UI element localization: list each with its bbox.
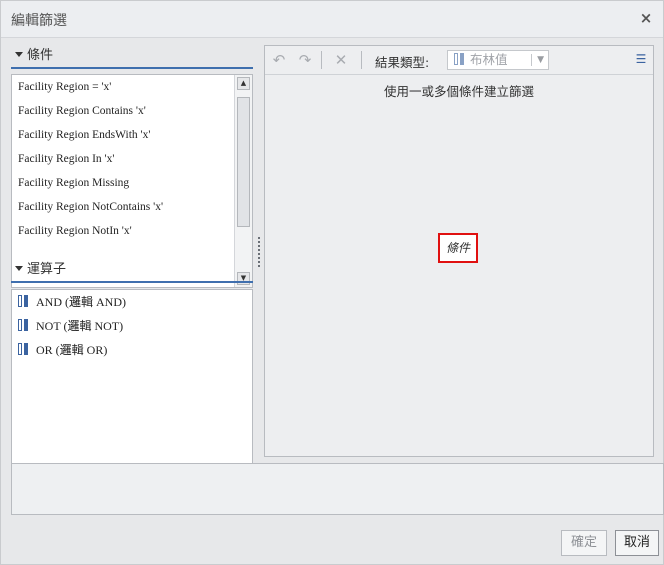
operator-item[interactable]: OR (邏輯 OR) <box>12 338 252 362</box>
redo-icon[interactable]: ↷ <box>295 50 315 70</box>
operator-label: OR (邏輯 OR) <box>36 343 108 357</box>
conditions-list[interactable]: Facility Region = 'x' Facility Region Co… <box>11 74 253 288</box>
conditions-header[interactable]: 條件 <box>11 45 253 69</box>
condition-item[interactable]: Facility Region In 'x' <box>12 147 252 171</box>
instruction-text: 使用一或多個條件建立篩選 <box>383 84 534 99</box>
boolean-icon <box>454 53 466 65</box>
boolean-icon <box>18 319 30 331</box>
operator-item[interactable]: NOT (邏輯 NOT) <box>12 314 252 338</box>
collapse-triangle-icon[interactable] <box>15 266 23 271</box>
condition-item[interactable]: Facility Region EndsWith 'x' <box>12 123 252 147</box>
delete-icon[interactable]: ✕ <box>331 50 351 70</box>
result-type-select[interactable]: 布林值 ▼ <box>447 50 549 70</box>
conditions-scrollbar[interactable]: ▲ ▼ <box>234 75 252 287</box>
boolean-icon <box>18 295 30 307</box>
operator-label: NOT (邏輯 NOT) <box>36 319 124 333</box>
condition-item[interactable]: Facility Region = 'x' <box>12 75 252 99</box>
message-area <box>11 463 664 515</box>
undo-icon[interactable]: ↶ <box>269 50 289 70</box>
condition-item[interactable]: Facility Region Missing <box>12 171 252 195</box>
edit-filter-dialog: 編輯篩選 × 條件 Facility Region = 'x' Facility… <box>0 0 664 565</box>
operators-header-label: 運算子 <box>27 262 67 277</box>
scroll-up-icon[interactable]: ▲ <box>237 77 250 90</box>
result-type-value: 布林值 <box>470 52 508 67</box>
collapse-triangle-icon[interactable] <box>15 52 23 57</box>
filter-editor-pane: ↶ ↷ ✕ 結果類型: 布林值 ▼ ☰ 使用一或多個條件建立篩選 條件 <box>264 45 654 457</box>
pane-splitter[interactable] <box>258 237 263 267</box>
operator-label: AND (邏輯 AND) <box>36 295 126 309</box>
toolbar-separator <box>321 51 322 69</box>
close-icon[interactable]: × <box>637 9 655 27</box>
toolbar-separator <box>361 51 362 69</box>
scrollbar-thumb[interactable] <box>237 97 250 227</box>
dialog-title: 編輯篩選 <box>11 13 67 29</box>
condition-drop-target[interactable]: 條件 <box>438 233 478 263</box>
condition-item[interactable]: Facility Region Contains 'x' <box>12 99 252 123</box>
result-type-label: 結果類型: <box>375 55 430 70</box>
cancel-button[interactable]: 取消 <box>615 530 659 556</box>
menu-icon[interactable]: ☰ <box>635 51 647 67</box>
ok-button[interactable]: 確定 <box>561 530 607 556</box>
title-bar: 編輯篩選 × <box>1 1 663 38</box>
chevron-down-icon[interactable]: ▼ <box>537 51 544 69</box>
boolean-icon <box>18 343 30 355</box>
conditions-header-label: 條件 <box>27 48 54 63</box>
operators-header[interactable]: 運算子 <box>11 259 253 283</box>
select-separator <box>531 54 532 66</box>
operator-item[interactable]: AND (邏輯 AND) <box>12 290 252 314</box>
condition-item[interactable]: Facility Region NotContains 'x' <box>12 195 252 219</box>
condition-item[interactable]: Facility Region NotIn 'x' <box>12 219 252 243</box>
editor-toolbar: ↶ ↷ ✕ 結果類型: 布林值 ▼ ☰ <box>265 46 653 75</box>
